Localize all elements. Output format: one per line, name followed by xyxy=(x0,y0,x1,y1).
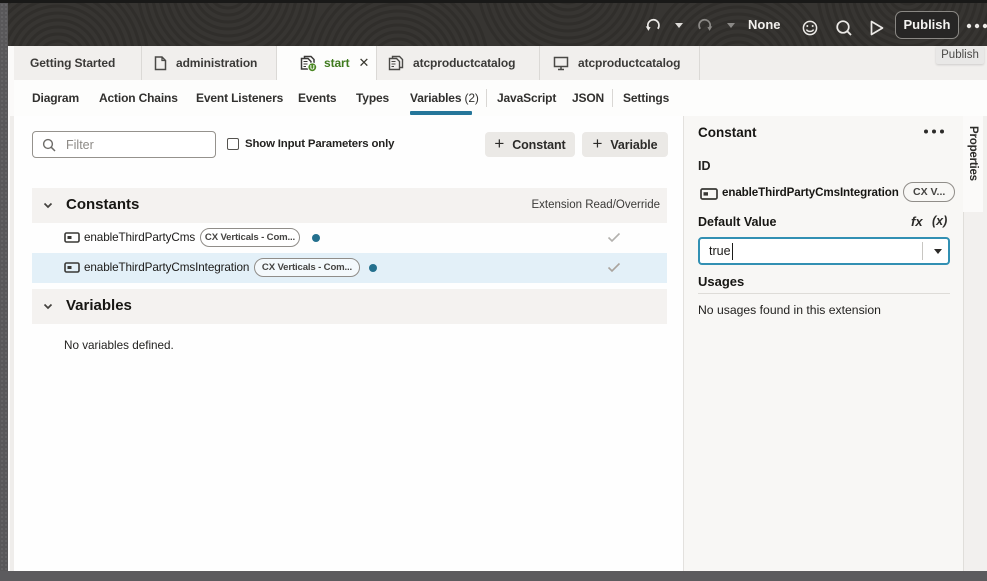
svg-text:U: U xyxy=(310,64,315,71)
